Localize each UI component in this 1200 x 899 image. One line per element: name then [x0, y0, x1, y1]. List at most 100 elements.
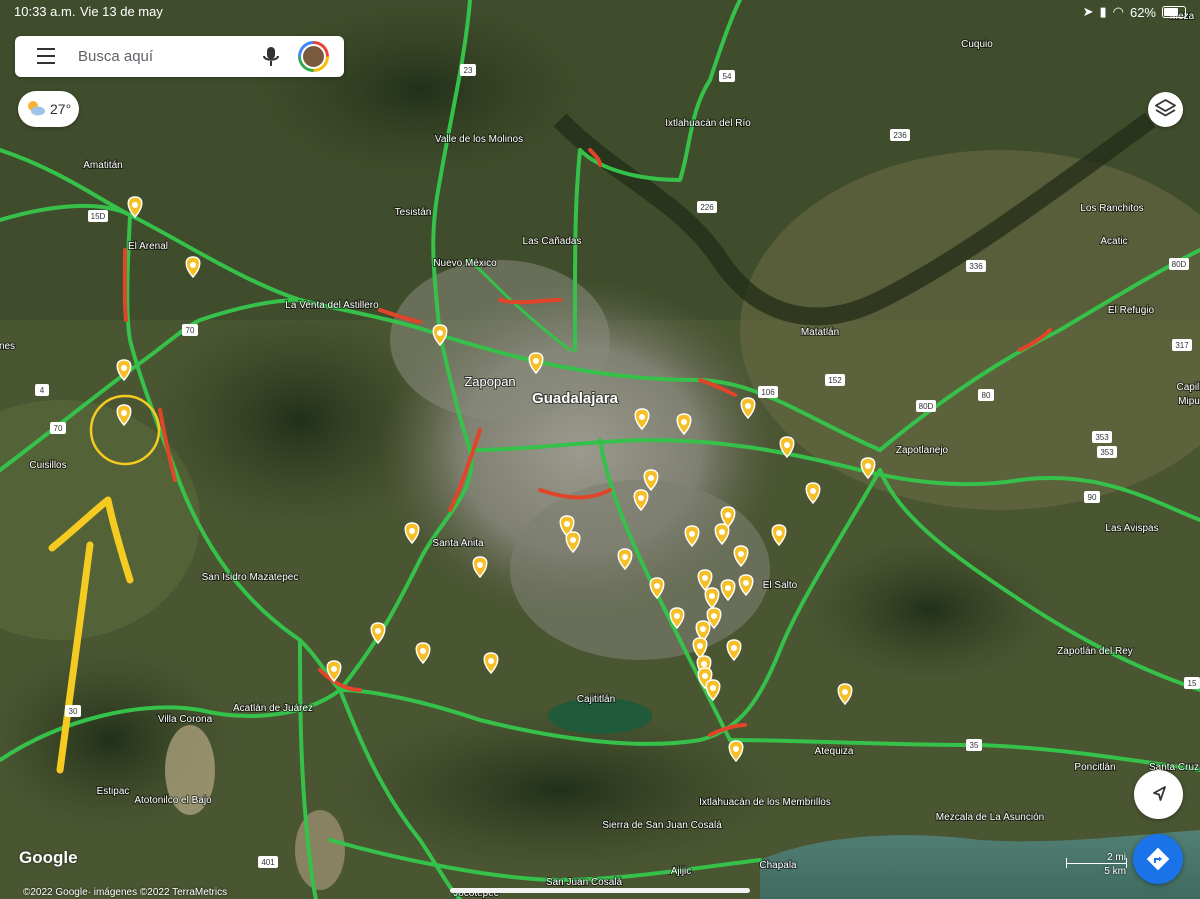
svg-text:226: 226 — [700, 203, 714, 212]
microphone-icon[interactable] — [261, 46, 281, 68]
svg-text:90: 90 — [1088, 493, 1097, 502]
route-shield: 35 — [966, 739, 982, 751]
status-time: 10:33 a.m. — [14, 4, 76, 19]
route-shield: 317 — [1172, 339, 1192, 351]
svg-text:35: 35 — [970, 741, 979, 750]
route-shield: 106 — [758, 386, 778, 398]
place-label: Santa Anita — [432, 538, 484, 549]
place-label: Estipac — [97, 786, 130, 797]
place-label: San Isidro Mazatepec — [202, 572, 299, 583]
svg-text:401: 401 — [261, 858, 275, 867]
route-shield: 152 — [825, 374, 845, 386]
place-label: Acatlán de Juárez — [233, 703, 313, 714]
place-label: Villa Corona — [158, 714, 213, 725]
mountain-east — [810, 540, 1050, 680]
place-label: Sierra de San Juan Cosalá — [602, 820, 722, 831]
route-shield: 70 — [182, 324, 198, 336]
scale-miles: 2 mi — [1107, 852, 1126, 863]
svg-text:152: 152 — [828, 376, 842, 385]
route-shield: 54 — [719, 70, 735, 82]
scale-line — [1066, 863, 1126, 864]
wifi-icon: ◠ — [1112, 4, 1124, 19]
place-label: Chapala — [759, 860, 797, 871]
location-arrow-icon: ➤ — [1082, 4, 1094, 19]
svg-text:317: 317 — [1175, 341, 1189, 350]
place-label: Cuquio — [961, 39, 993, 50]
svg-text:80D: 80D — [1172, 260, 1187, 269]
svg-text:23: 23 — [464, 66, 473, 75]
scale-tick — [1126, 858, 1127, 868]
place-label: Zapotlanejo — [896, 445, 949, 456]
battery-icon — [1162, 6, 1186, 18]
my-location-button[interactable] — [1134, 770, 1183, 819]
status-date: Vie 13 de may — [80, 4, 163, 19]
partly-cloudy-icon — [28, 101, 45, 116]
svg-text:15: 15 — [1188, 679, 1197, 688]
profile-avatar[interactable] — [298, 41, 329, 72]
map-attribution: ©2022 Google· imágenes ©2022 TerraMetric… — [23, 887, 228, 898]
place-label: Nuevo México — [433, 258, 497, 269]
status-indicators: ➤ ▮ ◠ 62% — [1083, 4, 1186, 20]
signal-icon: ▮ — [1099, 4, 1107, 19]
directions-icon — [1146, 847, 1170, 871]
mountain-north — [250, 0, 590, 180]
route-shield: 30 — [65, 705, 81, 717]
battery-percent: 62% — [1129, 4, 1156, 20]
route-shield: 353 — [1092, 431, 1112, 443]
place-label: Mipu — [1178, 396, 1200, 407]
place-label: Ajijic — [671, 866, 692, 877]
svg-text:236: 236 — [893, 131, 907, 140]
place-label: Tesistán — [395, 207, 432, 218]
place-label: El Refugio — [1108, 305, 1155, 316]
place-label: Atequiza — [815, 746, 854, 757]
dry-field-south — [295, 810, 345, 890]
scale-tick — [1066, 858, 1067, 868]
route-shield: 90 — [1084, 491, 1100, 503]
home-indicator[interactable] — [450, 888, 750, 893]
place-label: San Juan Cosalá — [546, 877, 623, 888]
place-label: Mezcala de La Asunción — [936, 812, 1044, 823]
satellite-map[interactable]: 23 54 15D 236 226 70 4 70 336 80D 317 15… — [0, 0, 1200, 899]
route-shield: 70 — [50, 422, 66, 434]
battery-fill — [1164, 8, 1178, 16]
svg-text:106: 106 — [761, 388, 775, 397]
place-label: Matatlán — [801, 327, 839, 338]
route-shield: 15 — [1184, 677, 1200, 689]
place-label: Valle de los Molinos — [435, 134, 523, 145]
svg-text:353: 353 — [1100, 448, 1114, 457]
place-label: Los Ranchitos — [1080, 203, 1143, 214]
search-input[interactable]: Busca aquí — [78, 48, 153, 65]
svg-text:336: 336 — [969, 262, 983, 271]
svg-text:4: 4 — [40, 386, 45, 395]
place-label: Atotonilco el Bajo — [134, 795, 212, 806]
svg-text:30: 30 — [69, 707, 78, 716]
place-label: Las Cañadas — [523, 236, 582, 247]
svg-text:70: 70 — [186, 326, 195, 335]
hamburger-menu-icon[interactable] — [37, 48, 55, 64]
route-shield: 353 — [1097, 446, 1117, 458]
place-label: Acatic — [1100, 236, 1127, 247]
profile-photo — [301, 44, 326, 69]
route-shield: 4 — [35, 384, 49, 396]
route-shield: 23 — [460, 64, 476, 76]
status-bar: 10:33 a.m. Vie 13 de may ➤ ▮ ◠ 62% — [0, 0, 1200, 24]
svg-text:70: 70 — [54, 424, 63, 433]
svg-text:80: 80 — [982, 391, 991, 400]
route-shield: 226 — [697, 201, 717, 213]
temperature: 27° — [50, 101, 72, 117]
directions-button[interactable] — [1133, 834, 1183, 884]
place-label: Cajititlán — [577, 694, 615, 705]
route-shield: 401 — [258, 856, 278, 868]
place-label: Poncitlán — [1074, 762, 1115, 773]
place-label: Guadalajara — [532, 390, 619, 407]
place-label: Zapotlán del Rey — [1057, 646, 1133, 657]
layers-icon — [1155, 99, 1176, 117]
weather-chip[interactable]: 27° — [18, 91, 79, 127]
route-shield: 336 — [966, 260, 986, 272]
layers-button[interactable] — [1148, 92, 1183, 127]
place-label: Capill — [1176, 382, 1200, 393]
route-shield: 80D — [916, 400, 936, 412]
route-shield: 80D — [1169, 258, 1189, 270]
search-box[interactable]: Busca aquí — [15, 36, 344, 77]
place-label: Ixtlahuacán del Río — [665, 118, 751, 129]
